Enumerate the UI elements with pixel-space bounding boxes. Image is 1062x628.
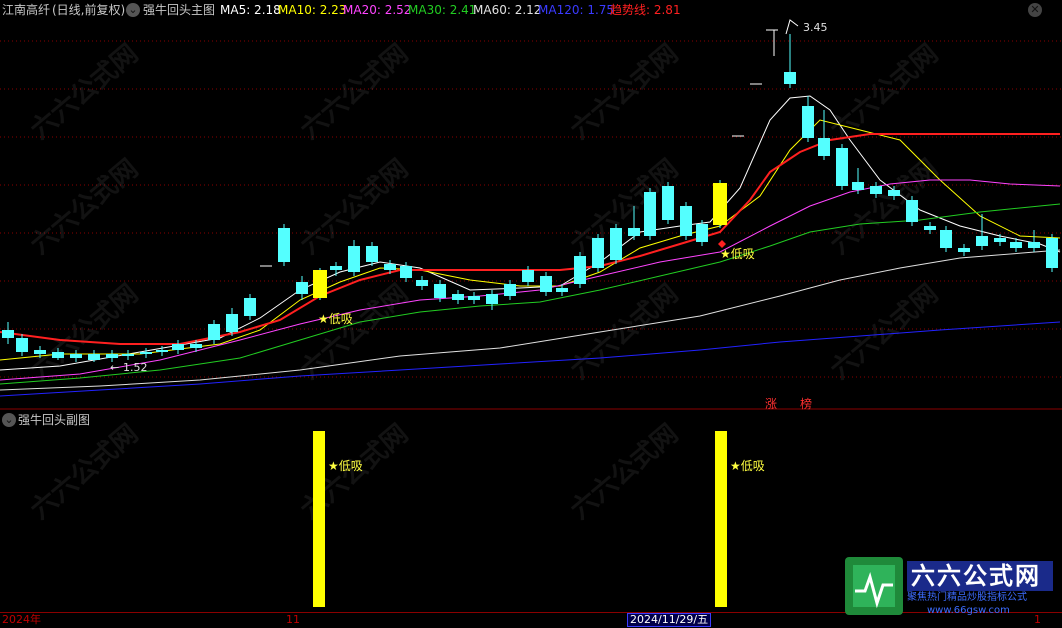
candle-body-down	[1046, 238, 1058, 268]
sub-indicator-name[interactable]: 强牛回头副图	[18, 410, 90, 430]
main-signal-bar	[313, 270, 327, 298]
sub-signal-bar	[313, 431, 325, 607]
candle-body-down	[52, 352, 64, 358]
candle-body-down	[940, 230, 952, 248]
low-arrow-icon: ←	[110, 361, 119, 374]
tag-zhang: 涨	[765, 396, 777, 411]
watermark-text: 六六公式网	[565, 39, 684, 146]
candle-body-down	[400, 266, 412, 278]
axis-year-label: 2024年	[2, 613, 41, 626]
brand-name: 六六公式网	[911, 562, 1041, 590]
candle-body-down	[628, 228, 640, 236]
candle-body-down	[16, 338, 28, 352]
main-signal-label-1: ★低吸	[318, 312, 353, 326]
candle-body-down	[486, 294, 498, 304]
kline-chart[interactable]: 六六公式网 六六公式网 六六公式网 六六公式网六六公式网 六六公式网 六六公式网 六六公式网…	[0, 0, 1062, 612]
candle-body-down	[330, 266, 342, 270]
candle-body-down	[244, 298, 256, 316]
candle-body-down	[1028, 242, 1040, 248]
candle-body-down	[452, 294, 464, 300]
ma30-line	[0, 203, 1061, 385]
watermark-text: 六六公式网	[25, 39, 144, 146]
candle-body-down	[958, 248, 970, 252]
watermark-text: 六六公式网	[25, 419, 144, 526]
candle-body-down	[522, 270, 534, 282]
cursor-date-label: 2024/11/29/五	[627, 613, 712, 627]
candle-body-down	[836, 148, 848, 186]
candle-body-down	[540, 276, 552, 292]
candle-body-down	[802, 106, 814, 138]
low-price-label: 1.52	[123, 361, 148, 374]
candle-body-down	[140, 352, 152, 354]
candle-body-down	[296, 282, 308, 294]
candle-body-down	[106, 354, 118, 358]
high-marker-arrow	[785, 19, 799, 35]
candle-body-down	[172, 344, 184, 350]
close-sub-indicator-icon[interactable]: ⌄	[2, 413, 16, 427]
candle-body-down	[906, 200, 918, 222]
sub-signal-bar	[715, 431, 727, 607]
candle-body-down	[1010, 242, 1022, 248]
watermark-text: 六六公式网	[825, 279, 944, 386]
candle-body-down	[662, 186, 674, 220]
candle-body-down	[156, 350, 168, 352]
candle-body-down	[976, 236, 988, 246]
candle-body-down	[2, 330, 14, 338]
brand-slogan: 聚焦热门精品炒股指标公式	[907, 592, 1027, 603]
candle-body-down	[888, 190, 900, 196]
tag-bang: 榜	[800, 396, 812, 411]
candle-body-down	[818, 138, 830, 156]
sub-signal-label-2: ★低吸	[730, 459, 765, 473]
watermark-text: 六六公式网	[295, 154, 414, 261]
candle-body-down	[556, 288, 568, 292]
candle-body-down	[852, 182, 864, 190]
candle-body-down	[70, 354, 82, 358]
watermark-text: 六六公式网	[565, 419, 684, 526]
candle-body-down	[122, 354, 134, 356]
candle-body-down	[190, 344, 202, 348]
candle-body-down	[680, 206, 692, 236]
candle-body-down	[870, 186, 882, 194]
high-price-label: 3.45	[803, 21, 828, 34]
candle-body-down	[278, 228, 290, 262]
axis-month-label: 11	[286, 613, 300, 626]
candle-body-down	[34, 350, 46, 354]
candle-body-down	[434, 284, 446, 298]
watermark-text: 六六公式网	[295, 39, 414, 146]
candle-body-down	[592, 238, 604, 268]
ma120-line	[0, 321, 1061, 397]
candle-body-down	[574, 256, 586, 284]
watermark-text: 六六公式网	[25, 154, 144, 261]
candle-body-down	[468, 296, 480, 300]
candle-body-down	[644, 192, 656, 236]
candle-body-down	[416, 280, 428, 286]
main-signal-label-2: ★低吸	[720, 247, 755, 261]
candle-body-down	[504, 284, 516, 296]
candle-body-down	[88, 354, 100, 360]
watermark-text: 六六公式网	[565, 279, 684, 386]
candle-body-down	[784, 72, 796, 84]
brand-url: www.66gsw.com	[927, 605, 1010, 616]
candle-body-down	[366, 246, 378, 262]
candle-body-down	[696, 224, 708, 242]
candle-body-down	[924, 226, 936, 230]
candle-body-down	[226, 314, 238, 332]
candle-body-down	[348, 246, 360, 272]
sub-signal-label-1: ★低吸	[328, 459, 363, 473]
main-signal-bar	[713, 183, 727, 225]
candle-body-down	[610, 228, 622, 260]
candle-body-down	[994, 238, 1006, 242]
candle-body-down	[208, 324, 220, 340]
brand-logo: 六六公式网 聚焦热门精品炒股指标公式 www.66gsw.com	[845, 555, 1055, 617]
candle-body-down	[384, 264, 396, 270]
